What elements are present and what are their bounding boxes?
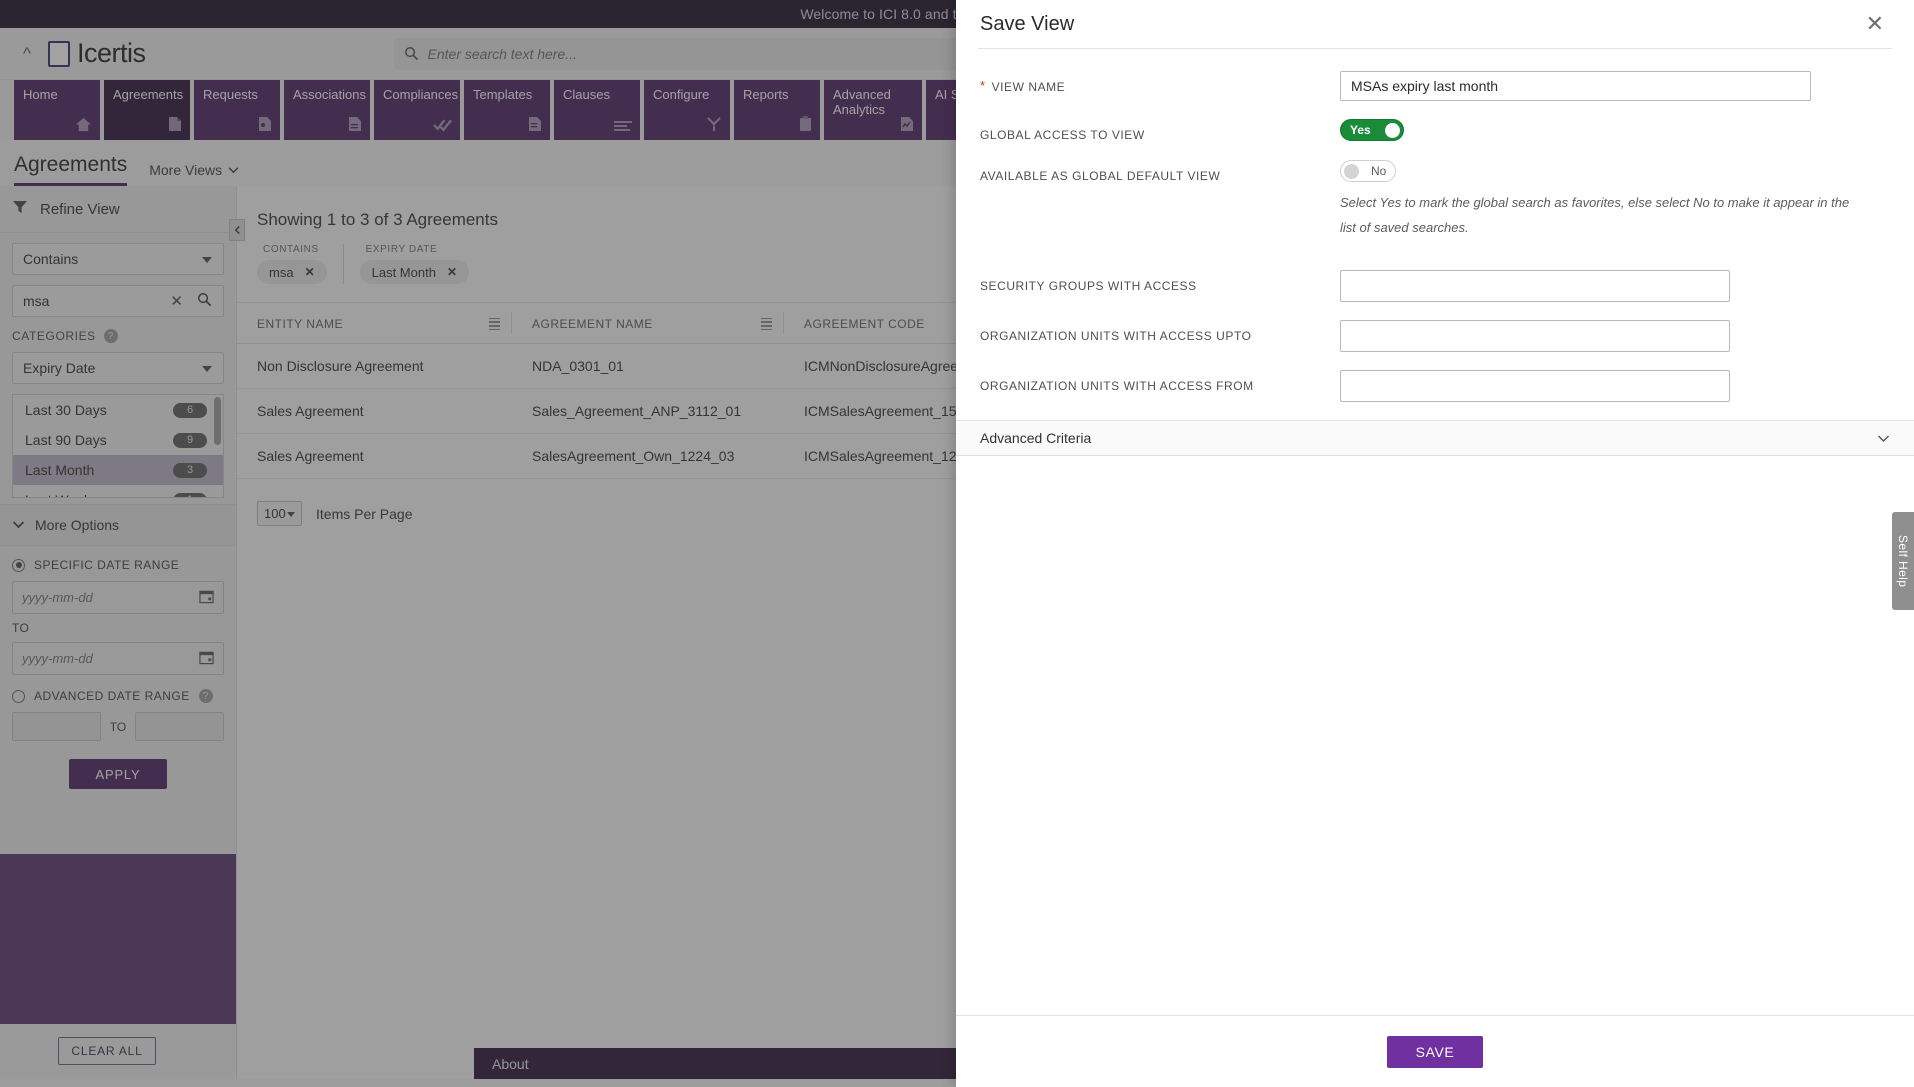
field-control bbox=[1340, 369, 1890, 402]
field-label-org-units-upto: ORGANIZATION UNITS WITH ACCESS UPTO bbox=[980, 320, 1340, 343]
save-view-form: * VIEW NAME MSAs expiry last month GLOBA… bbox=[956, 49, 1914, 1015]
field-org-units-upto: ORGANIZATION UNITS WITH ACCESS UPTO bbox=[956, 319, 1914, 352]
label-text: VIEW NAME bbox=[991, 80, 1066, 94]
save-button[interactable]: SAVE bbox=[1387, 1035, 1483, 1068]
field-control: Yes bbox=[1340, 119, 1890, 141]
chevron-down-icon[interactable] bbox=[1877, 430, 1890, 446]
field-label-global-access: GLOBAL ACCESS TO VIEW bbox=[980, 119, 1340, 142]
toggle-knob bbox=[1384, 122, 1400, 138]
field-control: MSAs expiry last month bbox=[1340, 71, 1890, 101]
field-label-global-default: AVAILABLE AS GLOBAL DEFAULT VIEW bbox=[980, 160, 1340, 183]
field-control bbox=[1340, 269, 1890, 302]
advanced-criteria-section[interactable]: Advanced Criteria bbox=[956, 419, 1914, 456]
field-org-units-from: ORGANIZATION UNITS WITH ACCESS FROM bbox=[956, 369, 1914, 402]
global-access-toggle[interactable]: Yes bbox=[1340, 119, 1404, 141]
field-control bbox=[1340, 319, 1890, 352]
toggle-label: Yes bbox=[1350, 123, 1371, 137]
field-label-org-units-from: ORGANIZATION UNITS WITH ACCESS FROM bbox=[980, 370, 1340, 393]
toggle-label: No bbox=[1371, 164, 1387, 178]
save-view-footer: SAVE bbox=[956, 1015, 1914, 1087]
label-text: ORGANIZATION UNITS WITH ACCESS FROM bbox=[980, 378, 1254, 393]
view-name-input[interactable]: MSAs expiry last month bbox=[1340, 71, 1811, 101]
security-groups-input[interactable] bbox=[1340, 269, 1730, 302]
toggle-knob bbox=[1344, 163, 1359, 179]
label-text: AVAILABLE AS GLOBAL DEFAULT VIEW bbox=[980, 169, 1221, 183]
field-label-view-name: * VIEW NAME bbox=[980, 71, 1340, 94]
field-global-default: AVAILABLE AS GLOBAL DEFAULT VIEW No Sele… bbox=[956, 160, 1914, 240]
app-root: Welcome to ICI 8.0 and the ACE User Expe… bbox=[0, 0, 1914, 1087]
self-help-label: Self Help bbox=[1896, 534, 1910, 588]
field-control: No Select Yes to mark the global search … bbox=[1340, 160, 1890, 240]
label-text: ORGANIZATION UNITS WITH ACCESS UPTO bbox=[980, 328, 1252, 343]
label-text: GLOBAL ACCESS TO VIEW bbox=[980, 128, 1145, 142]
close-icon[interactable]: ✕ bbox=[1860, 9, 1890, 39]
required-asterisk: * bbox=[980, 78, 986, 93]
view-name-value: MSAs expiry last month bbox=[1351, 78, 1499, 94]
field-label-security-groups: SECURITY GROUPS WITH ACCESS bbox=[980, 270, 1340, 293]
advanced-criteria-label: Advanced Criteria bbox=[980, 429, 1092, 446]
self-help-tab[interactable]: Self Help bbox=[1892, 512, 1914, 610]
global-default-help-text: Select Yes to mark the global search as … bbox=[1340, 194, 1850, 235]
save-view-title: Save View bbox=[980, 12, 1075, 35]
field-global-access: GLOBAL ACCESS TO VIEW Yes bbox=[956, 119, 1914, 142]
field-security-groups: SECURITY GROUPS WITH ACCESS bbox=[956, 269, 1914, 302]
org-units-from-input[interactable] bbox=[1340, 369, 1730, 402]
label-text: SECURITY GROUPS WITH ACCESS bbox=[980, 278, 1197, 293]
global-default-toggle[interactable]: No bbox=[1340, 160, 1397, 182]
org-units-upto-input[interactable] bbox=[1340, 319, 1730, 352]
save-view-header: Save View ✕ bbox=[956, 0, 1914, 48]
save-view-panel: Save View ✕ * VIEW NAME MSAs expiry last… bbox=[956, 0, 1914, 1087]
field-view-name: * VIEW NAME MSAs expiry last month bbox=[956, 71, 1914, 101]
